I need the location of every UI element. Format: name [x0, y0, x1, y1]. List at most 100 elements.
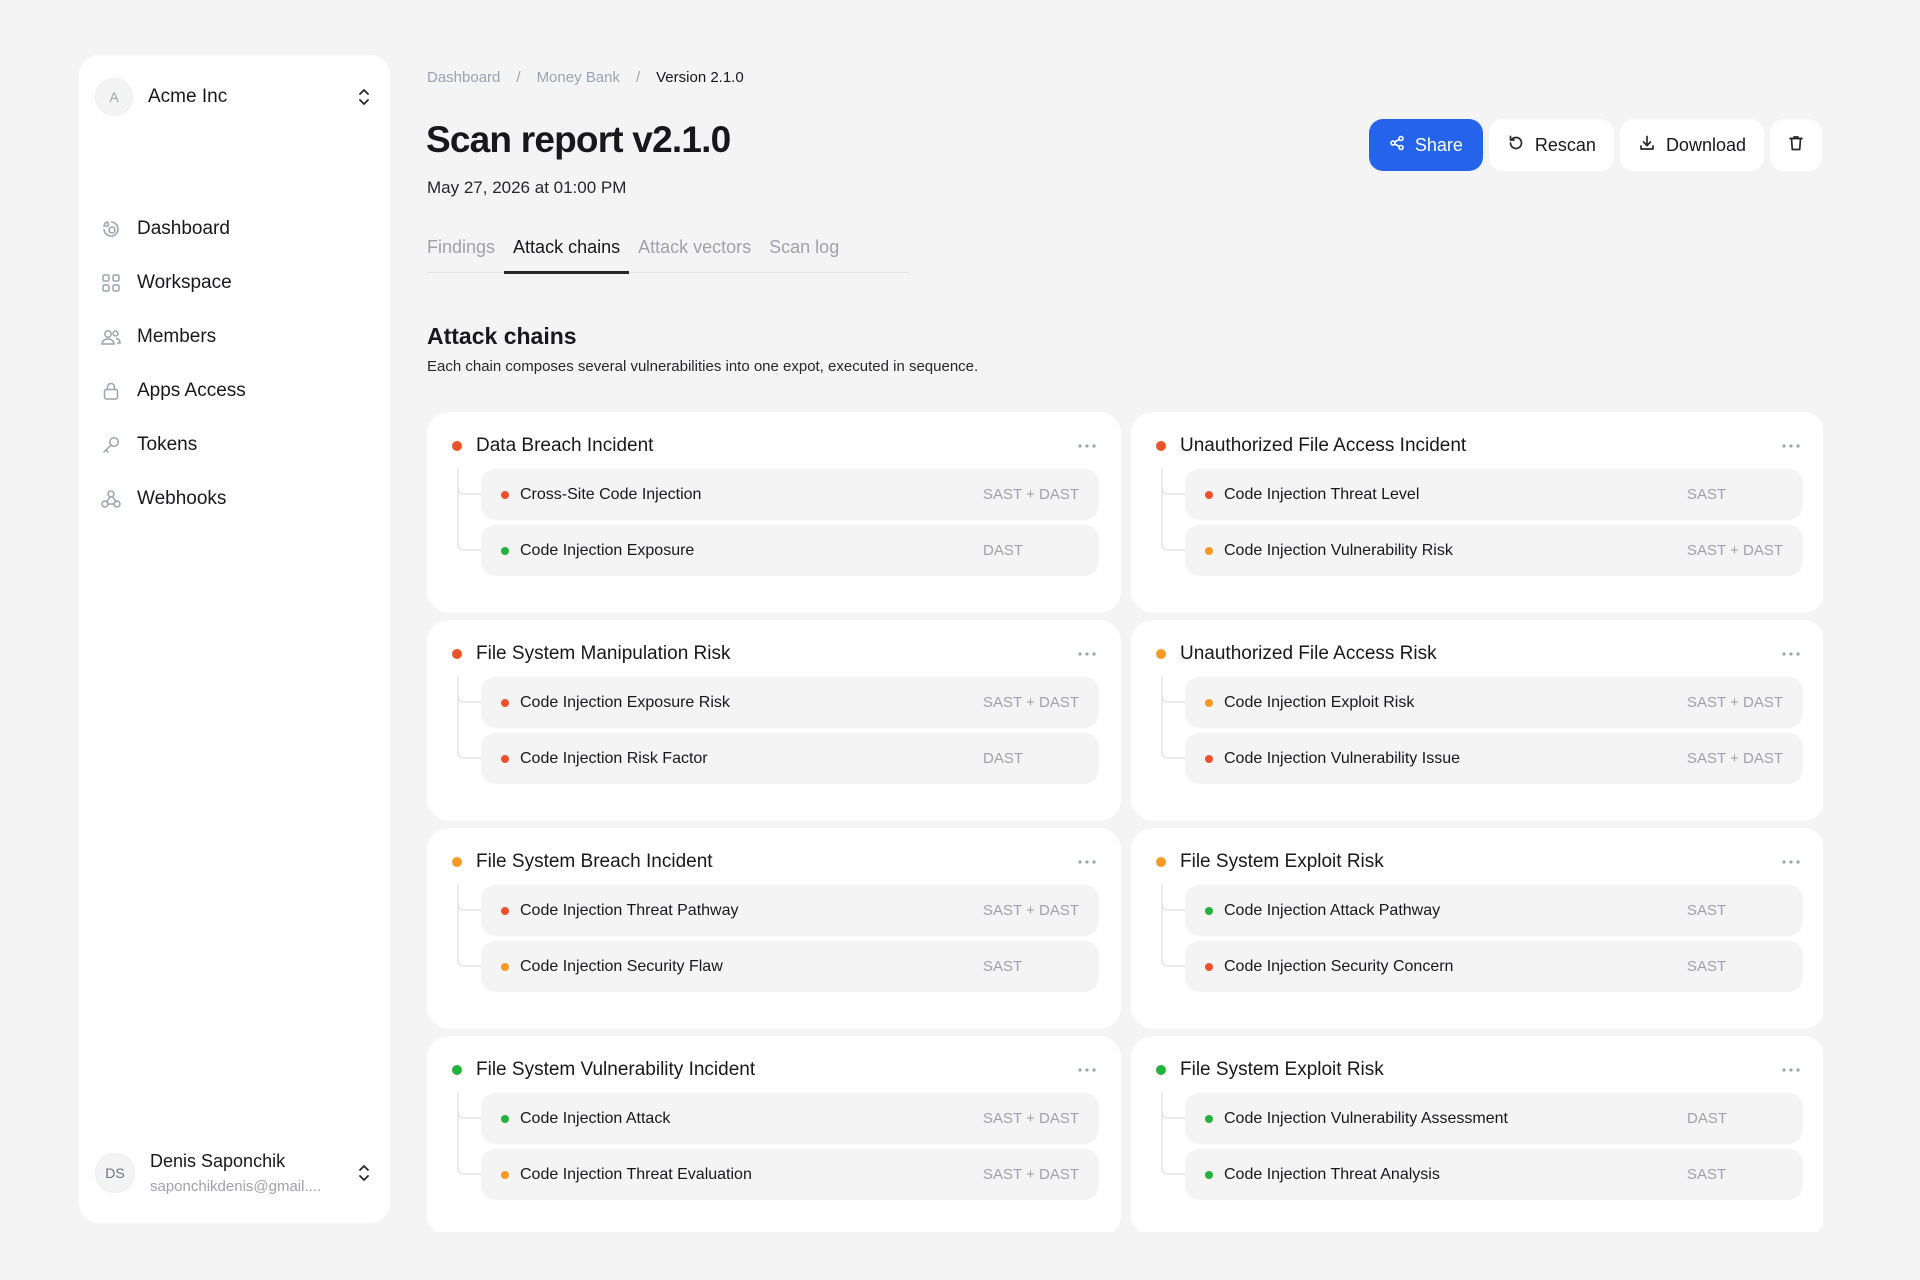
chain-connector [457, 676, 481, 759]
attack-chain-header: File System Vulnerability Incident [452, 1056, 1101, 1084]
attack-chain-header: Unauthorized File Access Incident [1156, 432, 1805, 460]
severity-dot [1156, 857, 1166, 867]
attack-chain-header: Data Breach Incident [452, 432, 1101, 460]
vulnerability-item[interactable]: Code Injection Exposure DAST [481, 525, 1099, 576]
delete-button[interactable] [1770, 119, 1822, 171]
vulnerability-item[interactable]: Code Injection Threat Pathway SAST + DAST [481, 885, 1099, 936]
download-label: Download [1665, 134, 1746, 155]
user-avatar: DS [95, 1153, 135, 1193]
download-button[interactable]: Download [1619, 119, 1764, 171]
user-menu[interactable]: DS Denis Saponchik saponchikdenis@gmail.… [95, 1141, 374, 1205]
vulnerability-item[interactable]: Code Injection Security Concern SAST [1185, 941, 1803, 992]
severity-dot [1205, 546, 1213, 555]
breadcrumb-separator: / [635, 69, 641, 86]
chevron-up-down-icon[interactable] [354, 1160, 374, 1186]
scan-type-tag: SAST [983, 958, 1023, 975]
rescan-button[interactable]: Rescan [1488, 119, 1614, 171]
breadcrumb-separator: / [516, 69, 521, 86]
sidebar-nav: Dashboard Workspace Members Apps Access … [99, 202, 370, 526]
vulnerability-item[interactable]: Code Injection Vulnerability Assessment D… [1185, 1093, 1803, 1144]
sidebar-item-label: Webhooks [137, 488, 227, 509]
vulnerability-item[interactable]: Code Injection Attack Pathway SAST [1185, 885, 1803, 936]
vulnerability-item[interactable]: Code Injection Vulnerability Risk SAST + … [1185, 525, 1803, 576]
vulnerability-name: Code Injection Security Concern [1224, 957, 1454, 975]
severity-dot [501, 906, 509, 915]
chevron-up-down-icon[interactable] [354, 84, 374, 110]
more-options-icon[interactable] [1073, 850, 1101, 874]
key-icon [99, 433, 123, 457]
more-options-icon[interactable] [1073, 434, 1101, 458]
attack-chain-card[interactable]: File System Exploit Risk Code Injection A… [1131, 828, 1823, 1029]
scan-type-tag: SAST [1687, 958, 1727, 975]
tab-attack-vectors[interactable]: Attack vectors [629, 237, 760, 273]
vulnerability-item[interactable]: Code Injection Threat Analysis SAST [1185, 1149, 1803, 1200]
severity-dot [501, 962, 509, 971]
vulnerability-item[interactable]: Code Injection Threat Evaluation SAST + D… [481, 1149, 1099, 1200]
severity-dot [501, 546, 509, 555]
more-options-icon[interactable] [1073, 1058, 1101, 1082]
vulnerability-item[interactable]: Code Injection Threat Level SAST [1185, 469, 1803, 520]
scan-type-tag: DAST [983, 750, 1024, 767]
severity-dot [501, 490, 509, 499]
vulnerability-item[interactable]: Code Injection Risk Factor DAST [481, 733, 1099, 784]
report-tabs: Findings Attack chains Attack vectors Sc… [427, 237, 909, 274]
breadcrumb-dashboard[interactable]: Dashboard [427, 69, 500, 86]
attack-chain-card[interactable]: Data Breach Incident Cross-Site Code Inje… [427, 412, 1121, 613]
vulnerability-item[interactable]: Cross-Site Code Injection SAST + DAST [481, 469, 1099, 520]
scan-type-tag: SAST + DAST [983, 1110, 1080, 1127]
severity-dot [1156, 649, 1166, 659]
breadcrumb-money-bank[interactable]: Money Bank [537, 69, 620, 86]
severity-dot [1205, 754, 1213, 763]
severity-dot [1205, 698, 1213, 707]
scan-type-tag: SAST + DAST [983, 1166, 1080, 1183]
scan-type-tag: SAST + DAST [1687, 694, 1784, 711]
sidebar-item-webhooks[interactable]: Webhooks [99, 472, 370, 526]
more-options-icon[interactable] [1073, 642, 1101, 666]
vulnerability-item[interactable]: Code Injection Exploit Risk SAST + DAST [1185, 677, 1803, 728]
sidebar-item-apps-access[interactable]: Apps Access [99, 364, 370, 418]
header-actions: Share Rescan Download [1368, 119, 1822, 171]
tab-findings[interactable]: Findings [427, 237, 504, 273]
attack-chain-card[interactable]: File System Exploit Risk Code Injection V… [1131, 1036, 1823, 1232]
vulnerability-name: Code Injection Exploit Risk [1224, 693, 1415, 711]
more-options-icon[interactable] [1777, 1058, 1805, 1082]
vulnerability-item[interactable]: Code Injection Exposure Risk SAST + DAST [481, 677, 1099, 728]
sidebar-item-workspace[interactable]: Workspace [99, 256, 370, 310]
attack-chain-card[interactable]: File System Manipulation Risk Code Inject… [427, 620, 1121, 821]
refresh-icon [1507, 134, 1525, 157]
org-initial: A [109, 89, 119, 105]
vulnerability-name: Code Injection Attack Pathway [1224, 901, 1441, 919]
scan-type-tag: SAST + DAST [983, 486, 1080, 503]
tab-scan-log[interactable]: Scan log [760, 237, 848, 273]
chain-connector [1161, 676, 1185, 759]
attack-chain-title: File System Vulnerability Incident [476, 1059, 756, 1080]
scan-type-tag: DAST [1687, 1110, 1728, 1127]
more-options-icon[interactable] [1777, 850, 1805, 874]
attack-chain-header: File System Manipulation Risk [452, 640, 1101, 668]
users-icon [99, 325, 123, 349]
share-button[interactable]: Share [1368, 119, 1483, 171]
sidebar-item-label: Apps Access [137, 380, 246, 401]
vulnerability-name: Code Injection Security Flaw [520, 957, 723, 975]
sidebar-item-tokens[interactable]: Tokens [99, 418, 370, 472]
sidebar-item-label: Dashboard [137, 218, 230, 239]
org-switcher[interactable]: A Acme Inc [95, 72, 374, 122]
sidebar-item-label: Members [137, 326, 217, 347]
more-options-icon[interactable] [1777, 642, 1805, 666]
vulnerability-name: Code Injection Threat Analysis [1224, 1165, 1440, 1183]
sidebar-item-dashboard[interactable]: Dashboard [99, 202, 370, 256]
breadcrumb: Dashboard / Money Bank / Version 2.1.0 [427, 69, 744, 86]
sidebar-item-members[interactable]: Members [99, 310, 370, 364]
attack-chain-card[interactable]: File System Vulnerability Incident Code I… [427, 1036, 1121, 1232]
tab-attack-chains[interactable]: Attack chains [504, 237, 630, 274]
attack-chain-card[interactable]: Unauthorized File Access Risk Code Inject… [1131, 620, 1823, 821]
severity-dot [1205, 1114, 1213, 1123]
vulnerability-item[interactable]: Code Injection Security Flaw SAST [481, 941, 1099, 992]
vulnerability-item[interactable]: Code Injection Attack SAST + DAST [481, 1093, 1099, 1144]
attack-chain-card[interactable]: File System Breach Incident Code Injectio… [427, 828, 1121, 1029]
more-options-icon[interactable] [1777, 434, 1805, 458]
vulnerability-name: Code Injection Vulnerability Issue [1224, 749, 1460, 767]
vulnerability-item[interactable]: Code Injection Vulnerability Issue SAST +… [1185, 733, 1803, 784]
rescan-label: Rescan [1534, 134, 1596, 155]
attack-chain-card[interactable]: Unauthorized File Access Incident Code In… [1131, 412, 1823, 613]
